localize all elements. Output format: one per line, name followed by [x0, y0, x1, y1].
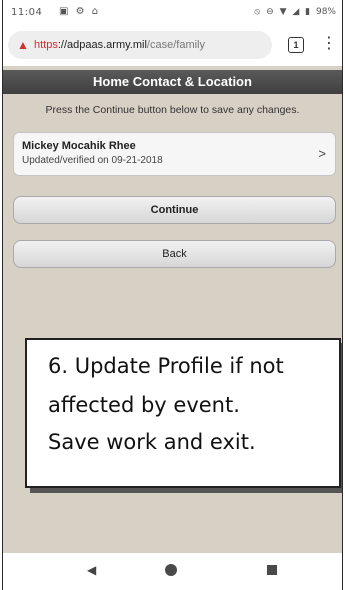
android-nav-bar: ◀ [3, 553, 342, 590]
url-text[interactable]: https://adpaas.army.mil/case/family [34, 31, 205, 59]
battery-icon: ▮ [305, 7, 311, 17]
url-bar[interactable]: ▲ https://adpaas.army.mil/case/family [8, 31, 272, 59]
tab-switcher-button[interactable]: 1 [288, 37, 304, 53]
phone-screen: 11:04 ▣ ⚙ ⌂ ⦸ ⊖ ▼ ◢ ▮ 98% ▲ https://adpa… [2, 0, 343, 590]
status-bar: 11:04 ▣ ⚙ ⌂ ⦸ ⊖ ▼ ◢ ▮ 98% [3, 0, 342, 26]
back-icon[interactable]: ◀ [87, 563, 96, 577]
image-icon: ▣ [59, 6, 69, 17]
mute-icon: ⦸ [254, 7, 261, 17]
web-page: Home Contact & Location Press the Contin… [3, 66, 342, 553]
home-icon[interactable] [165, 564, 177, 576]
contact-name: Mickey Mocahik Rhee [22, 140, 136, 152]
overflow-menu-icon[interactable]: ⋮ [321, 34, 337, 54]
chevron-right-icon: > [318, 146, 326, 161]
status-time: 11:04 [11, 7, 43, 18]
battery-percent: 98% [315, 7, 336, 17]
dnd-icon: ⊖ [266, 7, 274, 17]
page-title: Home Contact & Location [3, 70, 342, 94]
wifi-icon: ▼ [279, 7, 287, 17]
instructions-text: Press the Continue button below to save … [45, 104, 300, 116]
warning-icon[interactable]: ▲ [17, 31, 29, 59]
contact-list-item[interactable]: Mickey Mocahik Rhee Updated/verified on … [13, 132, 336, 176]
back-button[interactable]: Back [13, 240, 336, 268]
instruction-callout: 6. Update Profile if not affected by eve… [25, 338, 341, 488]
callout-line: Save work and exit. [48, 430, 256, 454]
recents-icon[interactable] [267, 565, 277, 575]
callout-line: 6. Update Profile if not [48, 354, 284, 378]
signal-icon: ◢ [292, 7, 300, 17]
alarm-icon: ⌂ [91, 6, 99, 17]
callout-line: affected by event. [48, 393, 240, 417]
browser-toolbar: ▲ https://adpaas.army.mil/case/family 1 … [3, 26, 342, 66]
android-icon: ⚙ [75, 6, 85, 17]
contact-updated-date: Updated/verified on 09-21-2018 [22, 155, 163, 166]
continue-button[interactable]: Continue [13, 196, 336, 224]
